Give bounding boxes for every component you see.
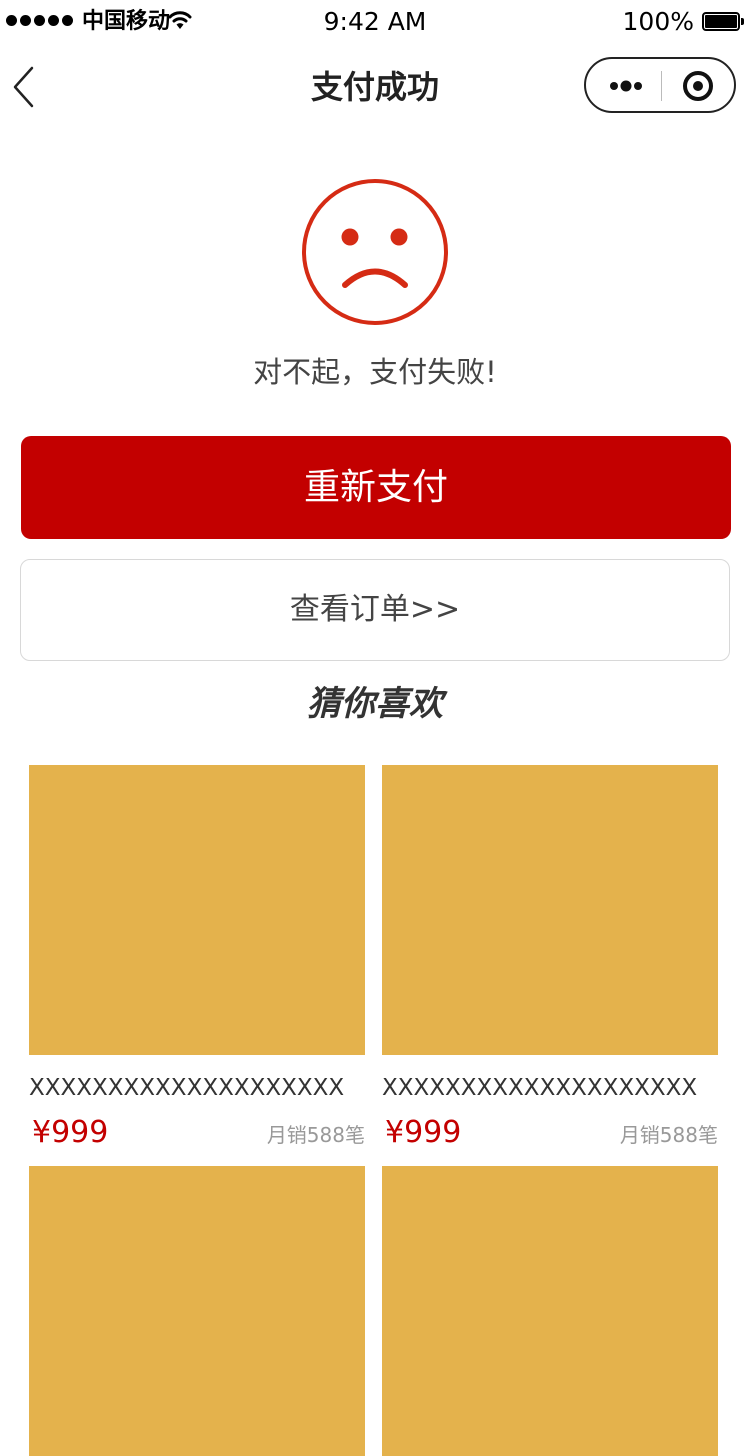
product-monthly-sales: 月销588笔 [266, 1123, 365, 1147]
more-dots-icon[interactable] [586, 59, 662, 111]
mini-program-capsule [584, 57, 736, 113]
sad-face-icon [302, 179, 448, 325]
nav-bar: 支付成功 [0, 44, 750, 130]
view-orders-button[interactable]: 查看订单>> [20, 559, 730, 661]
product-image[interactable] [382, 1166, 718, 1456]
product-name[interactable]: XXXXXXXXXXXXXXXXXXXX [29, 1073, 369, 1103]
capsule-divider [661, 71, 662, 101]
product-image[interactable] [382, 765, 718, 1055]
product-name[interactable]: XXXXXXXXXXXXXXXXXXXX [382, 1073, 722, 1103]
target-circle-icon[interactable] [663, 59, 735, 111]
battery-percent: 100% [622, 7, 694, 36]
result-message: 对不起，支付失败! [253, 355, 497, 389]
status-bar: 中国移动 9:42 AM 100% [0, 0, 750, 44]
product-image[interactable] [29, 765, 365, 1055]
product-monthly-sales: 月销588笔 [619, 1123, 718, 1147]
product-image[interactable] [29, 1166, 365, 1456]
battery-icon [702, 12, 744, 31]
product-price: ¥999 [32, 1115, 109, 1150]
retry-payment-button[interactable]: 重新支付 [21, 436, 731, 539]
product-price: ¥999 [385, 1115, 462, 1150]
recommendations-title: 猜你喜欢 [307, 684, 443, 724]
